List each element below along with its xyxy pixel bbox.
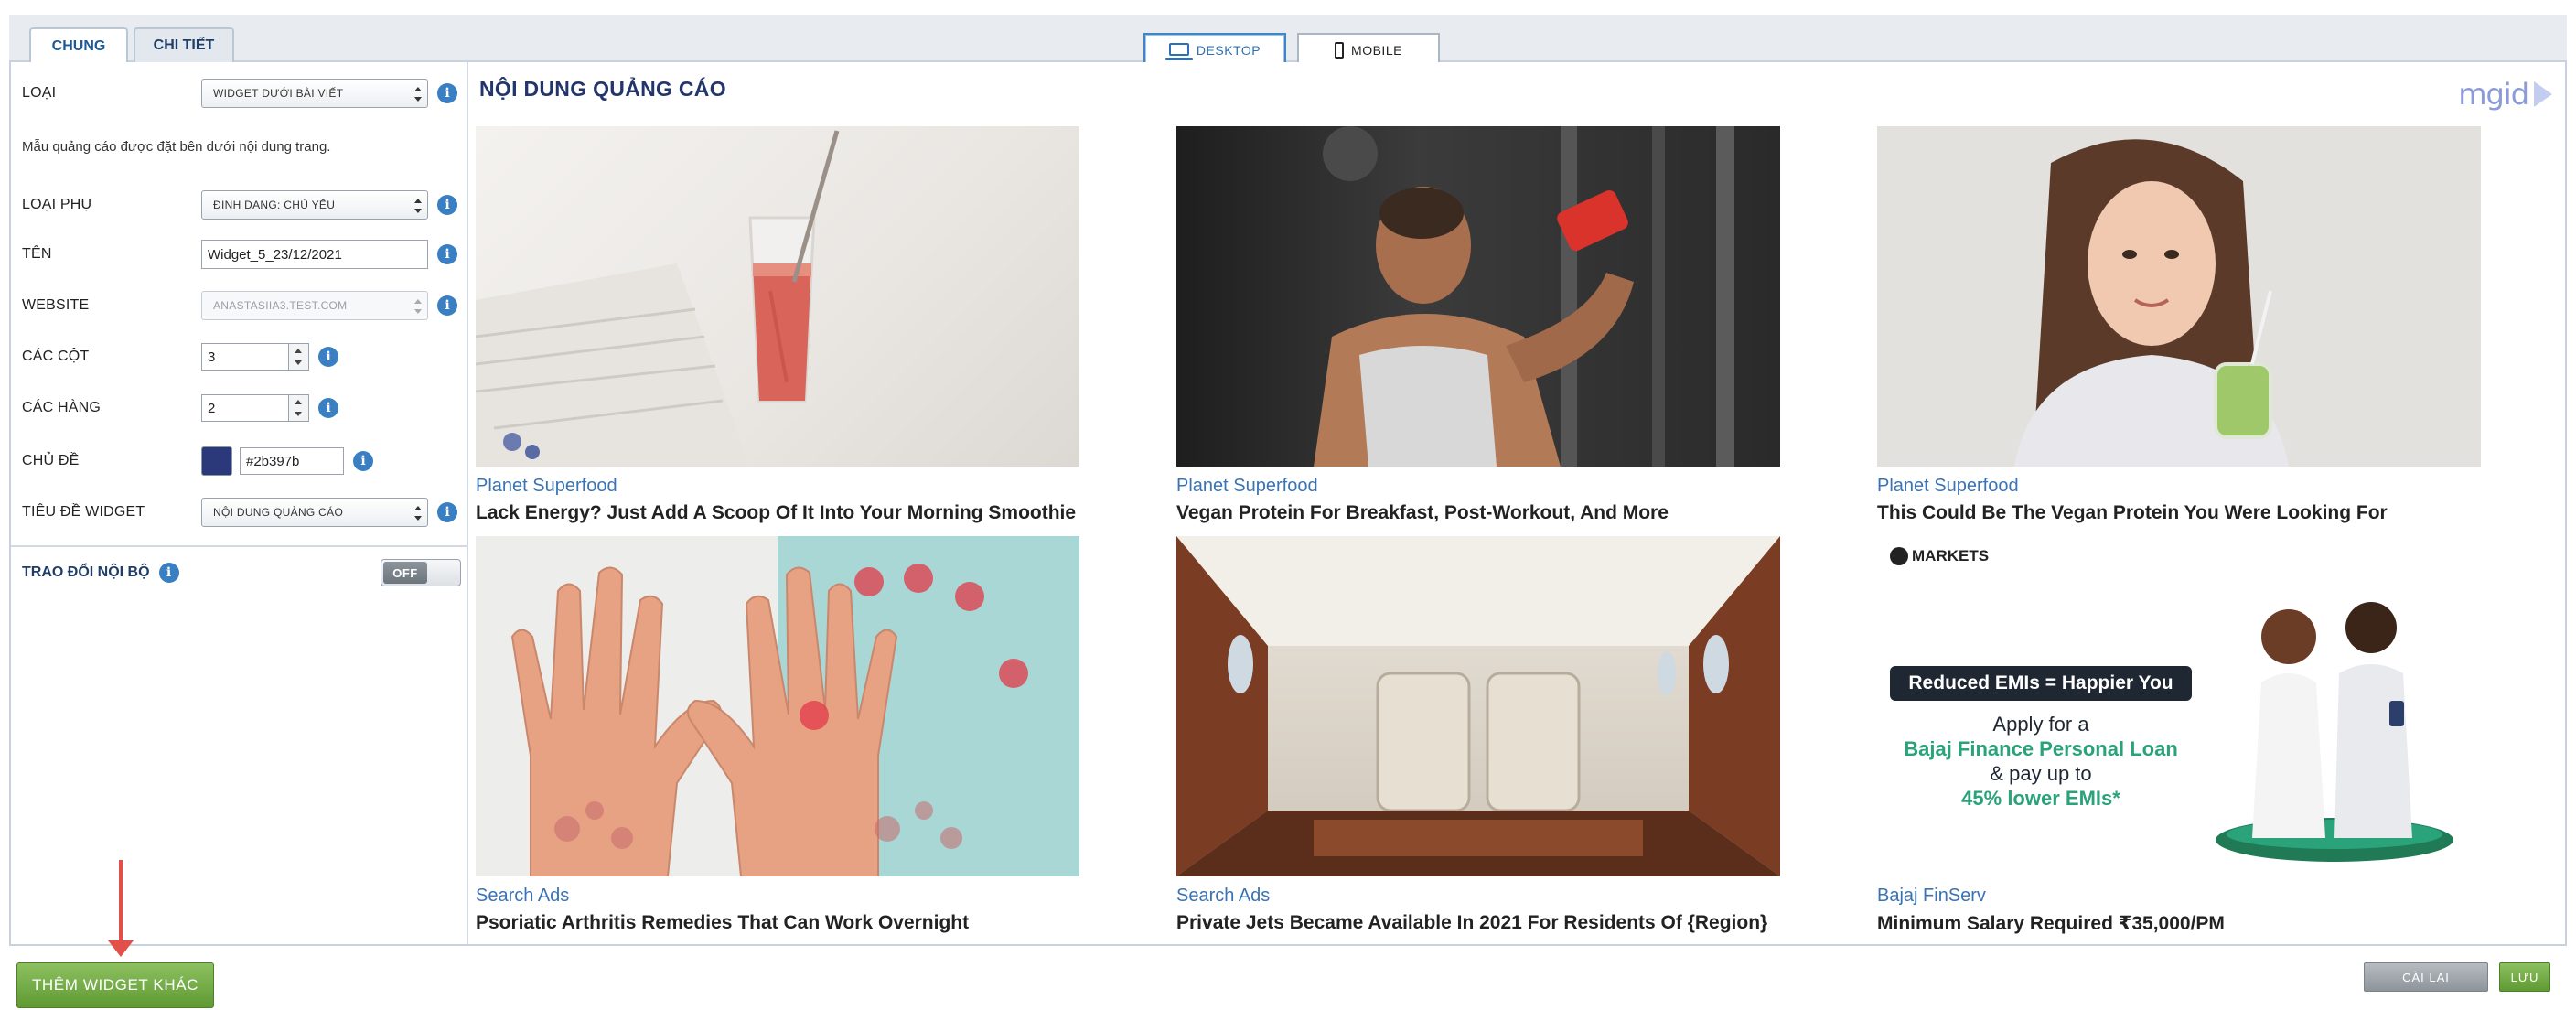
ad-card[interactable]: MARKETS Reduced EMIs = Happier You Apply… <box>1877 536 2481 935</box>
ad-source[interactable]: Planet Superfood <box>476 476 1079 497</box>
website-label: WEBSITE <box>22 297 90 313</box>
ad-image-bajaj[interactable]: MARKETS Reduced EMIs = Happier You Apply… <box>1877 536 2481 876</box>
ad-title[interactable]: Minimum Salary Required ₹35,000/PM <box>1877 912 2481 935</box>
type-description: Mẫu quảng cáo được đặt bên dưới nội dung… <box>22 139 331 155</box>
info-icon[interactable]: i <box>318 347 338 367</box>
widget-title-select[interactable]: NỘI DUNG QUẢNG CÁO <box>201 498 428 527</box>
theme-color-input[interactable]: #2b397b <box>240 447 344 475</box>
info-icon[interactable]: i <box>437 502 457 522</box>
ad-image-woman[interactable] <box>1877 126 2481 467</box>
ad-title[interactable]: Vegan Protein For Breakfast, Post-Workou… <box>1176 502 1780 524</box>
ad-source[interactable]: Search Ads <box>476 886 1079 907</box>
ad-image-hands[interactable] <box>476 536 1079 876</box>
ad-source[interactable]: Planet Superfood <box>1877 476 2481 497</box>
play-icon <box>2534 81 2552 107</box>
mobile-label: MOBILE <box>1351 43 1402 58</box>
jet-interior-illustration <box>1176 536 1780 876</box>
top-tab-bar: CHUNG CHI TIẾT DESKTOP MOBILE <box>9 15 2567 68</box>
mgid-logo-text: mgid <box>2458 77 2529 112</box>
annotation-arrow <box>108 860 134 957</box>
columns-stepper[interactable] <box>289 343 309 371</box>
smoothie-illustration <box>476 130 840 467</box>
phone-icon <box>1335 42 1345 59</box>
mgid-logo: mgid <box>2458 77 2552 112</box>
couple-illustration <box>2216 602 2453 862</box>
internal-exchange-row: TRAO ĐỔI NỘI BỘ i OFF <box>22 556 461 589</box>
website-row: WEBSITE ANASTASIIA3.TEST.COM i <box>22 289 461 322</box>
theme-row: CHỦ ĐỀ #2b397b i <box>22 445 461 478</box>
columns-label: CÁC CỘT <box>22 349 90 364</box>
theme-label: CHỦ ĐỀ <box>22 453 80 468</box>
ad-title[interactable]: Lack Energy? Just Add A Scoop Of It Into… <box>476 502 1079 524</box>
rows-label: CÁC HÀNG <box>22 400 102 415</box>
type-row: LOẠI WIDGET DƯỚI BÀI VIẾT i <box>22 77 461 110</box>
info-icon[interactable]: i <box>437 195 457 215</box>
settings-panel: LOẠI WIDGET DƯỚI BÀI VIẾT i Mẫu quảng cá… <box>11 62 468 944</box>
ad-source[interactable]: Bajaj FinServ <box>1877 886 2481 907</box>
subtype-label: LOẠI PHỤ <box>22 197 92 212</box>
ad-card[interactable]: Planet Superfood Vegan Protein For Break… <box>1176 126 1780 524</box>
select-arrows-icon <box>414 299 422 314</box>
laptop-icon <box>1165 42 1193 60</box>
select-arrows-icon <box>414 87 422 102</box>
type-select-value: WIDGET DƯỚI BÀI VIẾT <box>213 87 344 100</box>
widget-title-label: TIÊU ĐỀ WIDGET <box>22 504 145 520</box>
woman-illustration <box>2014 139 2289 467</box>
internal-exchange-label: TRAO ĐỔI NỘI BỘ <box>22 564 150 580</box>
desktop-label: DESKTOP <box>1196 43 1261 58</box>
website-select: ANASTASIIA3.TEST.COM <box>201 291 428 320</box>
widget-editor-frame: LOẠI WIDGET DƯỚI BÀI VIẾT i Mẫu quảng cá… <box>9 62 2567 946</box>
name-input[interactable]: Widget_5_23/12/2021 <box>201 240 428 269</box>
rows-input[interactable]: 2 <box>201 394 289 422</box>
ad-card[interactable]: Search Ads Private Jets Became Available… <box>1176 536 1780 934</box>
athlete-illustration <box>1314 126 1734 467</box>
ad-source[interactable]: Search Ads <box>1176 886 1780 907</box>
info-icon[interactable]: i <box>437 83 457 103</box>
subtype-select[interactable]: ĐỊNH DẠNG: CHỦ YẾU <box>201 190 428 220</box>
widget-preview: NỘI DUNG QUẢNG CÁO mgid Planet Superfood… <box>468 62 2565 944</box>
internal-exchange-toggle[interactable]: OFF <box>381 559 461 586</box>
columns-row: CÁC CỘT 3 i <box>22 340 461 373</box>
select-arrows-icon <box>414 199 422 213</box>
preview-title: NỘI DUNG QUẢNG CÁO <box>479 77 726 101</box>
ad-image-smoothie[interactable] <box>476 126 1079 467</box>
add-widget-button[interactable]: THÊM WIDGET KHÁC <box>16 962 214 1008</box>
type-label: LOẠI <box>22 85 57 101</box>
ad-card[interactable]: Planet Superfood Lack Energy? Just Add A… <box>476 126 1079 524</box>
tab-details[interactable]: CHI TIẾT <box>134 27 234 62</box>
hands-illustration <box>510 564 1028 876</box>
info-icon[interactable]: i <box>353 451 373 471</box>
name-row: TÊN Widget_5_23/12/2021 i <box>22 238 461 271</box>
columns-input[interactable]: 3 <box>201 343 289 371</box>
info-icon[interactable]: i <box>158 563 179 583</box>
website-select-value: ANASTASIIA3.TEST.COM <box>213 299 348 312</box>
info-icon[interactable]: i <box>318 398 338 418</box>
ad-image-athlete[interactable] <box>1176 126 1780 467</box>
widget-title-row: TIÊU ĐỀ WIDGET NỘI DUNG QUẢNG CÁO i <box>22 496 461 529</box>
name-label: TÊN <box>22 246 52 262</box>
ad-card[interactable]: Planet Superfood This Could Be The Vegan… <box>1877 126 2481 524</box>
info-icon[interactable]: i <box>437 295 457 316</box>
reset-button[interactable]: CÀI LẠI <box>2364 962 2488 992</box>
save-button[interactable]: LƯU <box>2499 962 2550 992</box>
ad-image-jet[interactable] <box>1176 536 1780 876</box>
theme-color-swatch[interactable] <box>201 446 232 476</box>
select-arrows-icon <box>414 506 422 521</box>
ad-source[interactable]: Planet Superfood <box>1176 476 1780 497</box>
type-select[interactable]: WIDGET DƯỚI BÀI VIẾT <box>201 79 428 108</box>
tab-general[interactable]: CHUNG <box>29 27 128 64</box>
ad-card[interactable]: Search Ads Psoriatic Arthritis Remedies … <box>476 536 1079 934</box>
rows-stepper[interactable] <box>289 394 309 422</box>
ad-title[interactable]: This Could Be The Vegan Protein You Were… <box>1877 502 2481 524</box>
ad-title[interactable]: Private Jets Became Available In 2021 Fo… <box>1176 912 1780 934</box>
widget-title-select-value: NỘI DUNG QUẢNG CÁO <box>213 506 344 519</box>
toggle-state: OFF <box>383 562 427 584</box>
info-icon[interactable]: i <box>437 244 457 264</box>
subtype-row: LOẠI PHỤ ĐỊNH DẠNG: CHỦ YẾU i <box>22 188 461 221</box>
panel-divider <box>11 545 467 547</box>
ad-title[interactable]: Psoriatic Arthritis Remedies That Can Wo… <box>476 912 1079 934</box>
subtype-select-value: ĐỊNH DẠNG: CHỦ YẾU <box>213 199 336 211</box>
rows-row: CÁC HÀNG 2 i <box>22 392 461 424</box>
